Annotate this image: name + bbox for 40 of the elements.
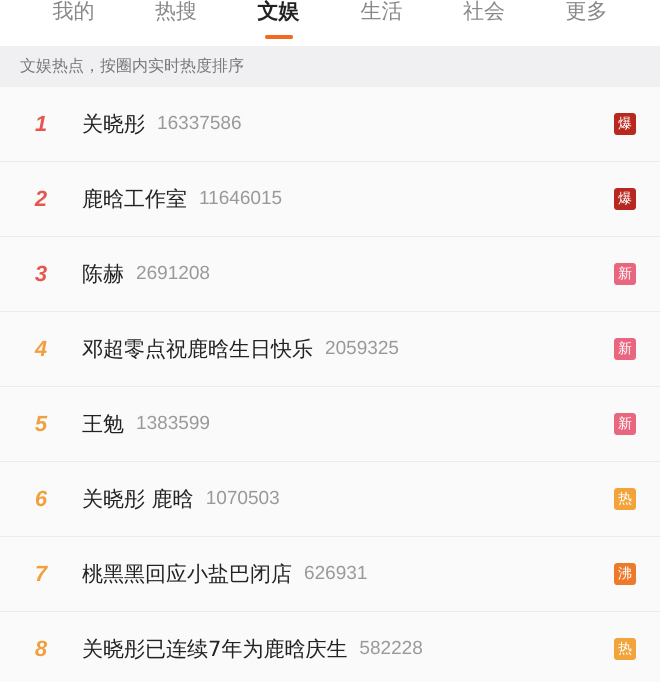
topic-title: 桃黑黑回应小盐巴闭店 <box>82 561 292 588</box>
rank-number: 5 <box>34 411 48 437</box>
rank-number: 2 <box>34 186 48 212</box>
hot-badge: 爆 <box>614 188 636 210</box>
heat-count: 582228 <box>359 638 424 660</box>
tab[interactable]: 社会 <box>432 0 536 46</box>
topic-title: 邓超零点祝鹿晗生日快乐 <box>82 336 313 363</box>
heat-count: 626931 <box>304 563 368 585</box>
hot-badge: 热 <box>614 638 636 660</box>
rank-number: 8 <box>34 636 48 662</box>
hot-badge: 热 <box>614 488 636 510</box>
topic-title: 鹿晗工作室 <box>82 186 187 213</box>
tab[interactable]: 我的 <box>22 0 125 46</box>
tab-indicator <box>264 35 293 39</box>
topic-title: 关晓彤已连续7年为鹿晗庆生 <box>82 636 348 663</box>
tab[interactable]: 生活 <box>330 0 433 46</box>
heat-count: 1383599 <box>136 413 211 435</box>
topic-title: 陈赫 <box>82 261 124 288</box>
tab[interactable]: 更多 <box>535 0 638 46</box>
heat-count: 1070503 <box>206 488 281 510</box>
heat-count: 16337586 <box>157 113 243 135</box>
tab[interactable]: 热搜 <box>124 0 228 46</box>
rank-number: 1 <box>34 111 48 137</box>
topic-title: 王勉 <box>82 411 124 438</box>
heat-count: 11646015 <box>199 188 284 210</box>
rank-number: 4 <box>34 336 48 362</box>
hot-badge: 爆 <box>614 113 636 135</box>
hot-badge: 沸 <box>614 563 636 585</box>
rank-number: 3 <box>34 261 48 287</box>
heat-count: 2059325 <box>325 338 400 360</box>
tab[interactable]: 文娱 <box>227 0 330 46</box>
notice-text: 文娱热点，按圈内实时热度排序 <box>20 56 244 77</box>
hot-badge: 新 <box>614 263 636 285</box>
topic-title: 关晓彤 <box>82 111 145 138</box>
rank-number: 7 <box>34 561 49 587</box>
rank-number: 6 <box>34 486 48 512</box>
hot-badge: 新 <box>614 338 636 360</box>
heat-count: 2691208 <box>136 263 211 285</box>
topic-title: 关晓彤 鹿晗 <box>82 486 194 513</box>
hot-badge: 新 <box>614 413 636 435</box>
